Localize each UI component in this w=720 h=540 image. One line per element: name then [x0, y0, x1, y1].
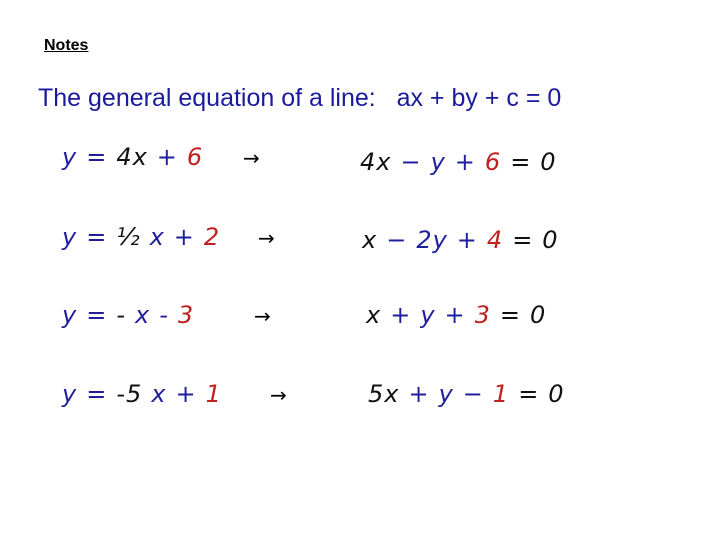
equation-token: + — [156, 143, 178, 171]
arrow-icon: → — [254, 304, 271, 328]
equation-token: 5x — [368, 380, 400, 408]
equation-token: + — [456, 226, 478, 254]
arrow-icon: → — [270, 383, 287, 407]
general-form-equation-4: 5x + y −1 = 0 — [368, 382, 565, 406]
equation-token: 1 — [205, 380, 222, 408]
equation-token: - — [159, 301, 169, 329]
equation-token: 0 — [530, 301, 547, 329]
equation-token: 6 — [186, 143, 204, 171]
equation-token: - — [116, 301, 126, 329]
equation-token: 4 — [486, 226, 504, 254]
equation-token: 4x — [360, 148, 392, 176]
slope-intercept-equation-3: y = - x -3 — [62, 303, 194, 327]
arrow-icon: → — [243, 146, 260, 170]
equation-token: + — [454, 148, 476, 176]
equation-token: x — [366, 301, 382, 329]
equation-token: y — [420, 301, 436, 329]
equation-token: 1 — [492, 380, 510, 408]
equation-token: = — [512, 226, 534, 254]
notes-heading: Notes — [44, 37, 89, 54]
equation-token: 0 — [542, 226, 559, 254]
equation-token: 2 — [203, 223, 221, 251]
equation-token: y — [438, 380, 454, 408]
equation-token: x — [151, 380, 167, 408]
equation-token: = — [518, 380, 540, 408]
equation-token: 0 — [540, 148, 557, 176]
equation-token: − — [462, 380, 484, 408]
slope-intercept-equation-1: y = 4x +6 — [62, 145, 203, 169]
equation-token: 0 — [548, 380, 565, 408]
general-form-equation-2: x −2y +4 = 0 — [362, 228, 559, 252]
equation-token: + — [444, 301, 466, 329]
equation-token: x — [134, 301, 151, 329]
equation-token: = — [86, 223, 108, 251]
equation-token: = — [86, 143, 108, 171]
equation-token: -5 — [116, 380, 143, 408]
equation-token: = — [510, 148, 532, 176]
equation-token: y — [62, 223, 78, 251]
equation-token: + — [390, 301, 412, 329]
general-form-equation-1: 4x − y +6 = 0 — [360, 150, 557, 174]
equation-token: − — [400, 148, 422, 176]
equation-token: y — [430, 148, 446, 176]
equation-token: 3 — [474, 301, 491, 329]
equation-token: = — [499, 301, 522, 329]
arrow-icon: → — [258, 226, 275, 250]
equation-token: + — [408, 380, 430, 408]
equation-token: y — [62, 380, 78, 408]
slope-intercept-equation-2: y = ½ x +2 — [62, 225, 220, 249]
equation-token: = — [86, 380, 108, 408]
equation-token: y — [62, 143, 78, 171]
general-form-equation-3: x + y +3 = 0 — [366, 303, 546, 327]
equation-token: + — [175, 380, 197, 408]
equation-token: y — [62, 301, 78, 329]
equation-token: − — [386, 226, 408, 254]
equation-token: 4x — [116, 143, 148, 171]
equation-token: + — [173, 223, 195, 251]
equation-token: x — [362, 226, 378, 254]
slope-intercept-equation-4: y = -5 x +1 — [62, 382, 222, 406]
equation-token: x — [149, 223, 165, 251]
general-equation-headline: The general equation of a line: ax + by … — [38, 84, 562, 112]
equation-token: 3 — [177, 301, 195, 329]
equation-token: ½ — [116, 223, 141, 251]
equation-token: 6 — [484, 148, 502, 176]
equation-token: = — [86, 301, 108, 329]
equation-token: 2y — [416, 226, 448, 254]
